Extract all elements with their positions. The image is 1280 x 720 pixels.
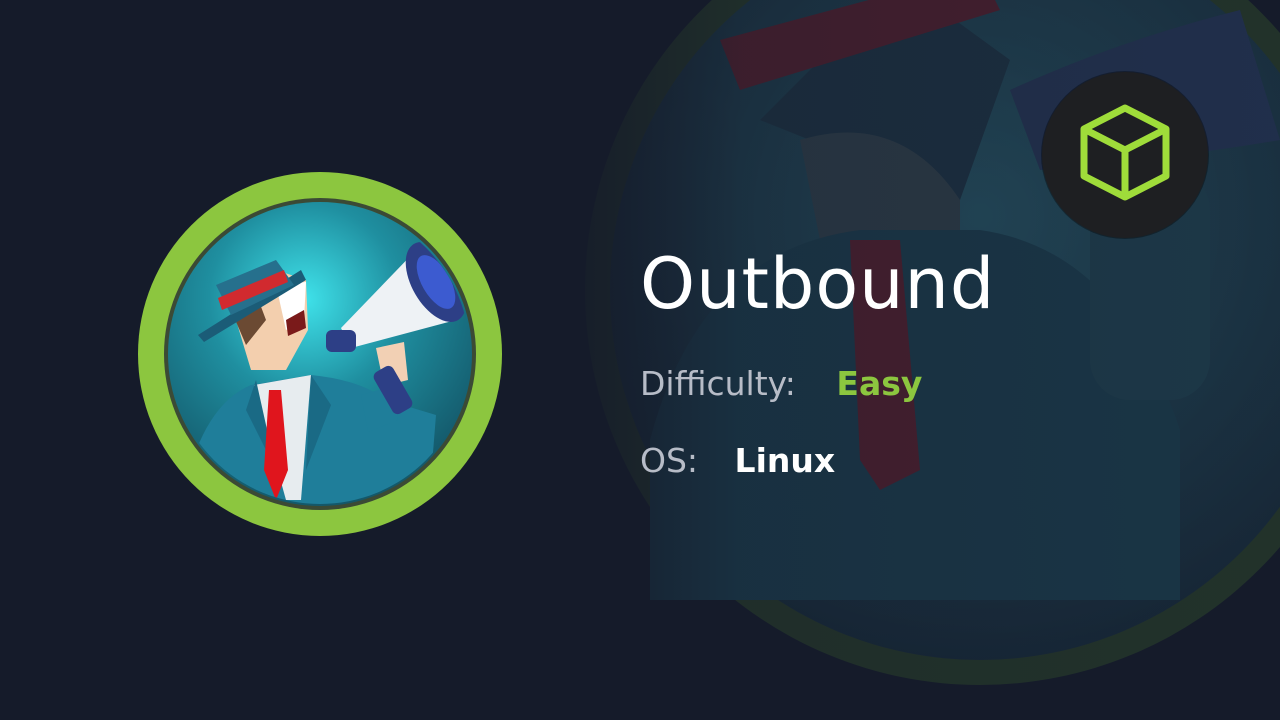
cube-icon <box>1080 104 1170 201</box>
difficulty-row: Difficulty: Easy <box>640 364 922 404</box>
os-row: OS: Linux <box>640 441 835 481</box>
difficulty-value: Easy <box>836 364 923 403</box>
difficulty-label: Difficulty: <box>640 364 796 403</box>
os-label: OS: <box>640 441 699 480</box>
machine-card: Outbound Difficulty: Easy OS: Linux <box>0 0 1280 720</box>
machine-avatar <box>138 172 502 536</box>
machine-name: Outbound <box>640 243 996 325</box>
machine-type-badge <box>1042 72 1208 238</box>
os-value: Linux <box>734 441 836 480</box>
